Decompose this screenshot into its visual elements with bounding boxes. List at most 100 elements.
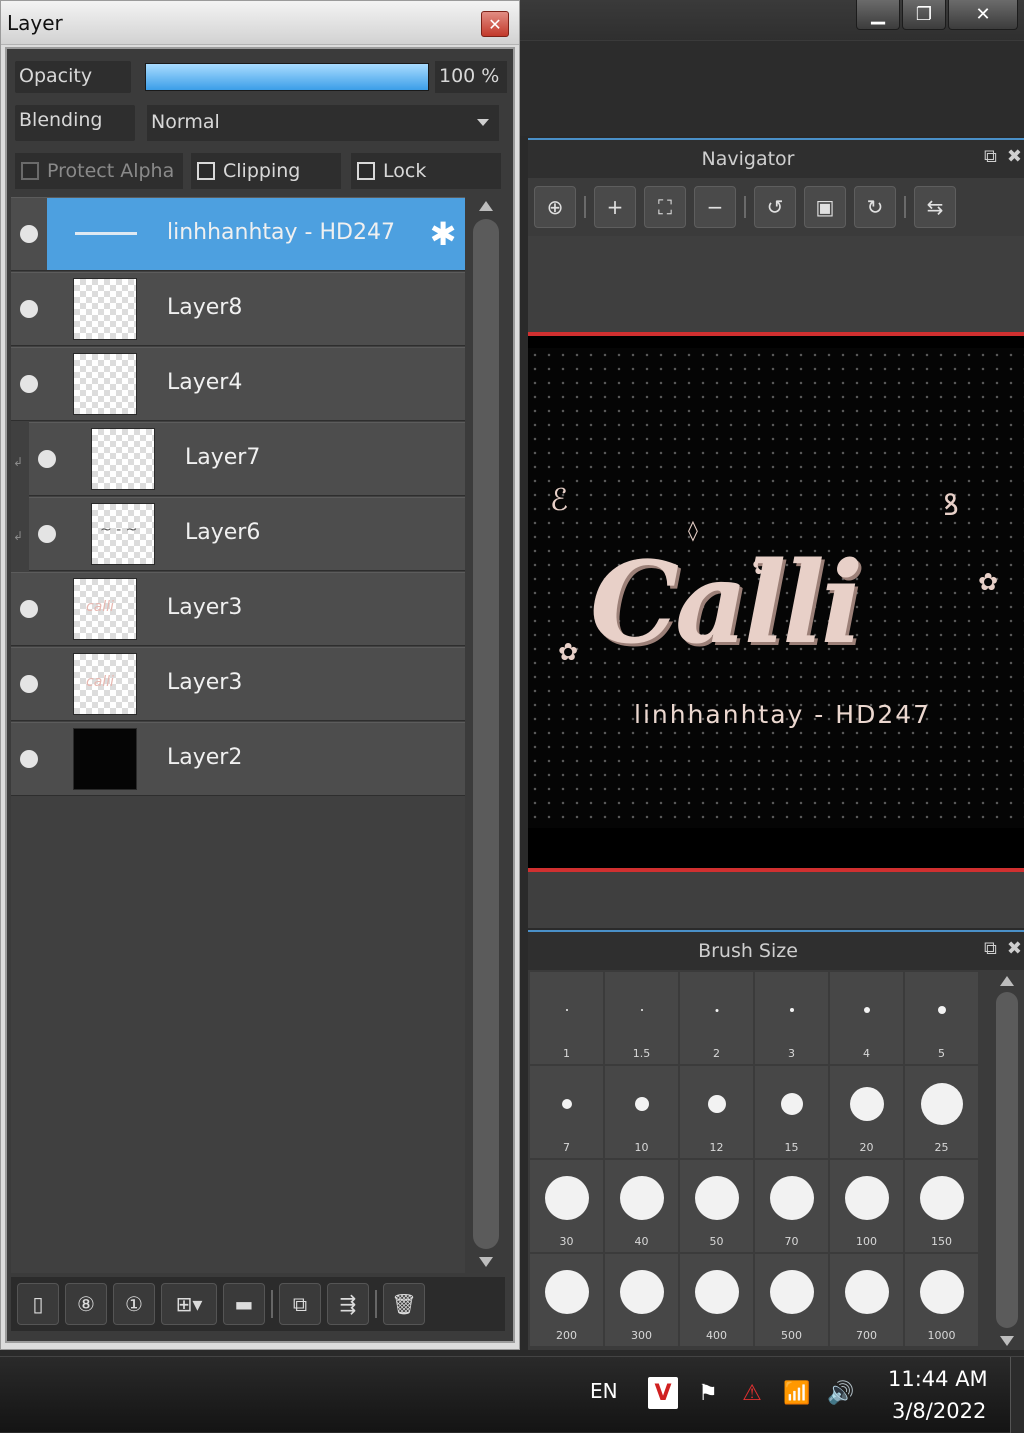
blending-label: Blending: [15, 105, 135, 141]
scroll-down-arrow-icon[interactable]: [1000, 1336, 1014, 1346]
brush-size-cell[interactable]: 40: [605, 1160, 678, 1252]
fit-canvas-button[interactable]: ▣: [804, 186, 846, 228]
zoom-in-button[interactable]: +: [594, 186, 636, 228]
layer-row[interactable]: Layer4: [11, 347, 465, 421]
brush-size-cell[interactable]: 70: [755, 1160, 828, 1252]
brush-size-cell[interactable]: 30: [530, 1160, 603, 1252]
brush-size-titlebar[interactable]: Brush Size ⧉ ✖: [528, 930, 1024, 970]
volume-icon[interactable]: 🔊: [826, 1377, 856, 1409]
brush-size-cell[interactable]: 400: [680, 1254, 753, 1346]
visibility-toggle[interactable]: [11, 198, 47, 270]
visibility-toggle[interactable]: [11, 273, 47, 345]
merge-layer-button[interactable]: ⇶: [327, 1283, 369, 1325]
brush-size-cell[interactable]: 7: [530, 1066, 603, 1158]
visibility-toggle[interactable]: [11, 723, 47, 795]
protect-alpha-checkbox[interactable]: Protect Alpha: [15, 153, 183, 189]
brush-size-cell[interactable]: 700: [830, 1254, 903, 1346]
visibility-toggle[interactable]: [11, 648, 47, 720]
brush-size-cell[interactable]: 300: [605, 1254, 678, 1346]
popout-icon[interactable]: ⧉: [984, 146, 997, 167]
brush-size-cell[interactable]: 20: [830, 1066, 903, 1158]
blending-mode-select[interactable]: Normal: [147, 105, 499, 141]
scroll-up-arrow-icon[interactable]: [1000, 976, 1014, 986]
layer-list-scrollbar[interactable]: [471, 197, 501, 1273]
scroll-up-arrow-icon[interactable]: [479, 201, 493, 211]
clipping-checkbox[interactable]: Clipping: [191, 153, 341, 189]
language-indicator[interactable]: EN: [590, 1379, 618, 1403]
visibility-toggle[interactable]: [29, 423, 65, 495]
popout-icon[interactable]: ⧉: [984, 938, 997, 959]
show-desktop-button[interactable]: [1010, 1357, 1024, 1433]
layer-row[interactable]: Layer6: [29, 497, 465, 571]
layer-row[interactable]: Layer3: [11, 647, 465, 721]
brush-size-cell[interactable]: 3: [755, 972, 828, 1064]
add-layer-dropdown-button[interactable]: ⊞▾: [161, 1283, 217, 1325]
vietnamese-ime-icon[interactable]: V: [648, 1377, 678, 1409]
visibility-toggle[interactable]: [29, 498, 65, 570]
brush-size-cell[interactable]: 100: [830, 1160, 903, 1252]
network-signal-icon[interactable]: 📶: [782, 1377, 812, 1409]
rotate-right-button[interactable]: ↻: [854, 186, 896, 228]
brush-size-cell[interactable]: 150: [905, 1160, 978, 1252]
close-window-button[interactable]: ✕: [948, 0, 1018, 30]
brush-size-cell[interactable]: 1000: [905, 1254, 978, 1346]
navigator-preview-area[interactable]: ℰ ꝸ ✿ ✿ ✿ ◊ Calli linhhanhtay - HD247: [528, 236, 1024, 928]
brush-size-scrollbar[interactable]: [994, 972, 1020, 1348]
layer-name: Layer2: [167, 745, 243, 770]
fit-window-button[interactable]: ⛶: [644, 186, 686, 228]
new-1bit-layer-button[interactable]: ①: [113, 1283, 155, 1325]
scrollbar-thumb[interactable]: [473, 219, 499, 1249]
delete-layer-button[interactable]: 🗑: [383, 1283, 425, 1325]
flip-horizontal-button[interactable]: ⇆: [914, 186, 956, 228]
brush-size-cell[interactable]: 15: [755, 1066, 828, 1158]
brush-size-cell[interactable]: 5: [905, 972, 978, 1064]
panel-actions: ⧉ ✖: [984, 146, 1022, 167]
canvas-artwork: ℰ ꝸ ✿ ✿ ✿ ◊ Calli linhhanhtay - HD247: [528, 348, 1024, 828]
zoom-out-button[interactable]: −: [694, 186, 736, 228]
close-icon[interactable]: ✖: [1007, 146, 1022, 167]
scroll-down-arrow-icon[interactable]: [479, 1257, 493, 1267]
visibility-toggle[interactable]: [11, 573, 47, 645]
clock-time[interactable]: 11:44 AM: [888, 1367, 988, 1391]
lock-checkbox[interactable]: Lock: [351, 153, 501, 189]
brush-size-cell[interactable]: 12: [680, 1066, 753, 1158]
layer-row[interactable]: linhhanhtay - HD247 ✱: [11, 197, 465, 271]
new-folder-button[interactable]: ▬: [223, 1283, 265, 1325]
new-layer-button[interactable]: ▯: [17, 1283, 59, 1325]
action-center-flag-icon[interactable]: ⚑: [694, 1377, 722, 1409]
layer-row[interactable]: Layer3: [11, 572, 465, 646]
brush-size-cell[interactable]: 4: [830, 972, 903, 1064]
brush-size-cell[interactable]: 10: [605, 1066, 678, 1158]
toolbar-separator: [744, 196, 746, 218]
brush-size-cell[interactable]: 50: [680, 1160, 753, 1252]
brush-size-cell[interactable]: 500: [755, 1254, 828, 1346]
zoom-reset-button[interactable]: ⊕: [534, 186, 576, 228]
power-warning-icon[interactable]: ⚠: [738, 1377, 766, 1409]
visibility-toggle[interactable]: [11, 348, 47, 420]
layer-row[interactable]: Layer7: [29, 422, 465, 496]
opacity-slider[interactable]: [145, 63, 429, 91]
navigator-titlebar[interactable]: Navigator ⧉ ✖: [528, 138, 1024, 178]
gear-icon[interactable]: ✱: [425, 216, 461, 252]
layer-toolbar: ▯ ⑧ ① ⊞▾ ▬ ⧉ ⇶ 🗑: [11, 1277, 505, 1331]
brush-size-cell[interactable]: 1: [530, 972, 603, 1064]
close-icon[interactable]: ✖: [1007, 938, 1022, 959]
minimize-button[interactable]: ▁: [856, 0, 900, 30]
layer-row[interactable]: Layer8: [11, 272, 465, 346]
layer-row[interactable]: Layer2: [11, 722, 465, 796]
brush-size-cell[interactable]: 25: [905, 1066, 978, 1158]
scrollbar-thumb[interactable]: [996, 992, 1018, 1328]
new-8bit-layer-button[interactable]: ⑧: [65, 1283, 107, 1325]
brush-size-cell[interactable]: 1.5: [605, 972, 678, 1064]
layer-panel-close-button[interactable]: ✕: [481, 11, 509, 37]
brush-size-cell[interactable]: 200: [530, 1254, 603, 1346]
rotate-left-button[interactable]: ↺: [754, 186, 796, 228]
duplicate-layer-button[interactable]: ⧉: [279, 1283, 321, 1325]
brush-size-label: 3: [788, 1047, 795, 1060]
clock-date[interactable]: 3/8/2022: [892, 1399, 986, 1423]
brush-size-cell[interactable]: 2: [680, 972, 753, 1064]
layer-thumbnail: [91, 428, 155, 490]
layer-panel-title: Layer: [7, 11, 63, 35]
layer-panel-titlebar[interactable]: Layer ✕: [1, 1, 519, 45]
maximize-button[interactable]: ❐: [902, 0, 946, 30]
